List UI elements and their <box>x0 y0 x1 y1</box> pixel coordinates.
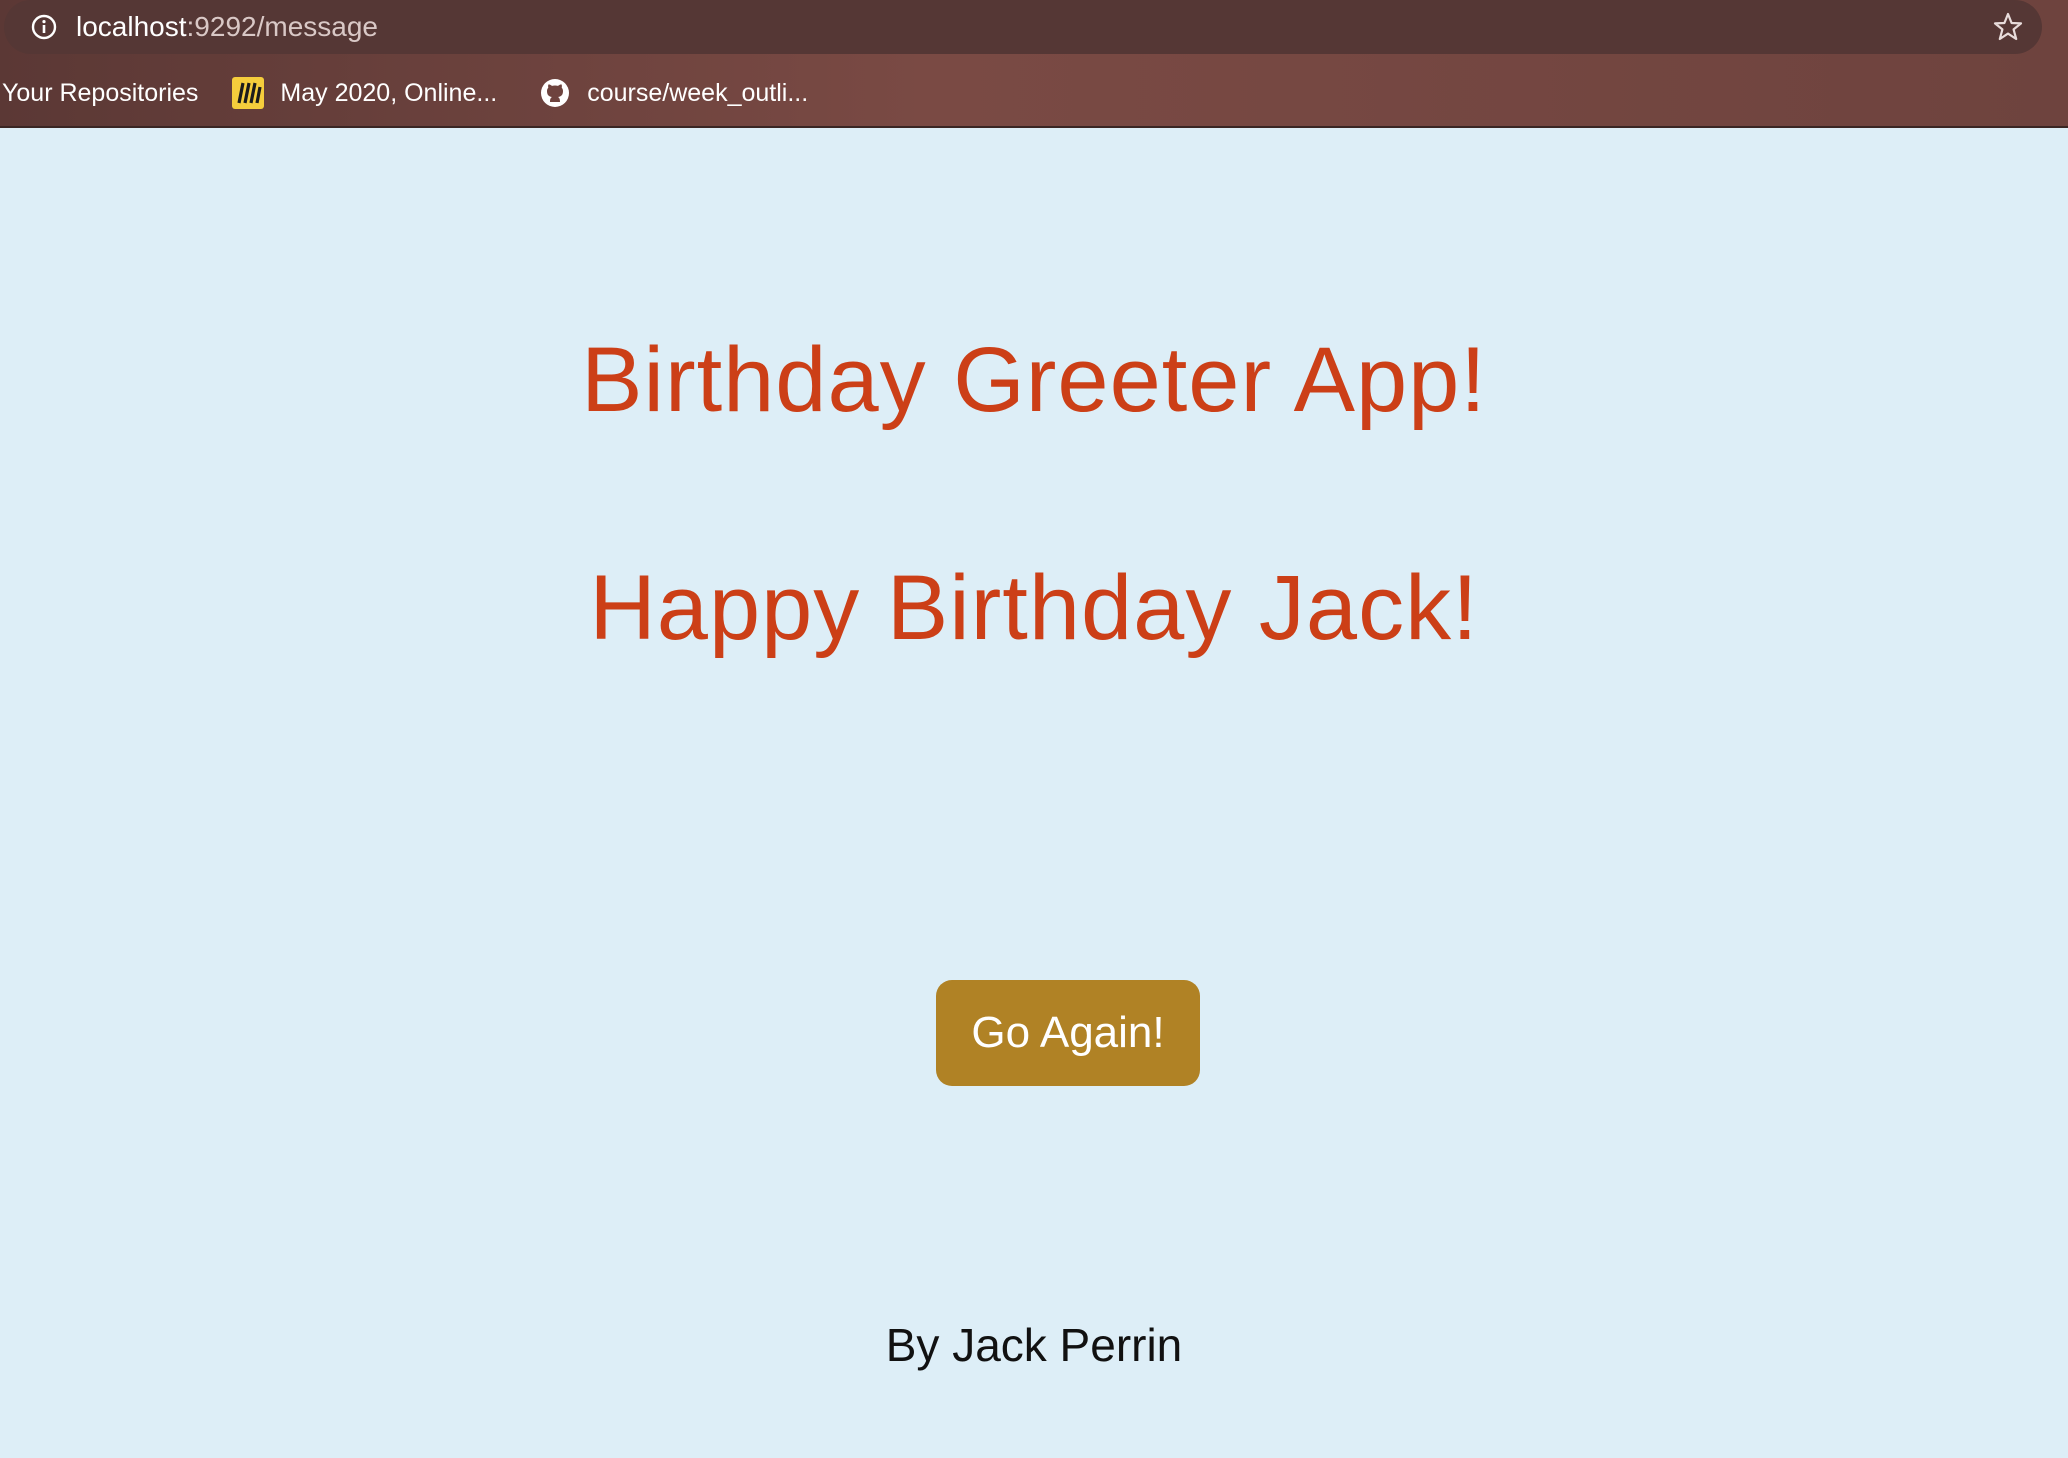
author-byline: By Jack Perrin <box>885 1319 1183 1371</box>
bookmarks-bar: Your Repositories May 2020, Online... co… <box>0 70 808 116</box>
url-host: localhost <box>76 11 187 42</box>
bookmark-may-2020[interactable]: May 2020, Online... <box>232 77 497 109</box>
bookmark-course-week-outline[interactable]: course/week_outli... <box>539 77 808 109</box>
bookmark-star-icon[interactable] <box>1992 11 2024 43</box>
address-bar[interactable]: localhost:9292/message <box>4 0 2042 54</box>
page-title: Birthday Greeter App! <box>581 329 1487 431</box>
url-path: :9292/message <box>186 11 378 42</box>
github-icon <box>539 77 571 109</box>
bookmark-label: Your Repositories <box>2 78 199 107</box>
miro-icon <box>232 77 265 109</box>
go-again-button[interactable]: Go Again! <box>936 980 1200 1086</box>
url-text[interactable]: localhost:9292/message <box>76 8 378 46</box>
bookmark-label: May 2020, Online... <box>280 78 498 107</box>
bookmark-label: course/week_outli... <box>587 78 809 107</box>
birthday-message: Happy Birthday Jack! <box>589 557 1479 659</box>
bookmark-your-repositories[interactable]: Your Repositories <box>2 79 198 108</box>
page-content: Birthday Greeter App! Happy Birthday Jac… <box>0 128 2068 1458</box>
info-icon[interactable] <box>30 13 58 41</box>
browser-chrome: localhost:9292/message Your Repositories… <box>0 0 2068 128</box>
